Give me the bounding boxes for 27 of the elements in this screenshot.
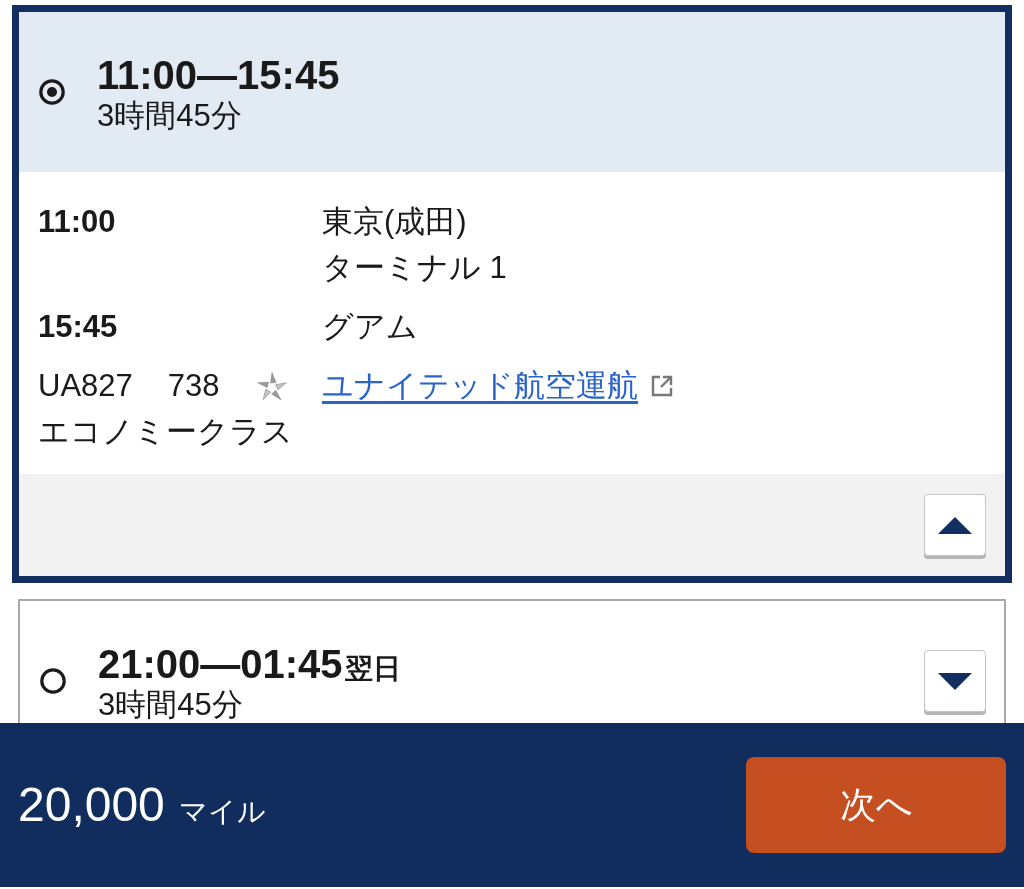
miles-amount: 20,000 (18, 777, 165, 833)
next-day-note: 翌日 (344, 652, 401, 685)
triangle-up-icon (938, 516, 972, 534)
terminal-label: ターミナル 1 (322, 249, 507, 287)
flight-duration: 3時間45分 (98, 687, 243, 721)
flight-time: 11:00 (38, 203, 117, 241)
aircraft-type: 738 (167, 367, 220, 405)
flight-option-card[interactable]: 21:00—01:45翌日 3時間45分 (18, 599, 1006, 723)
flight-time-range: 21:00—01:45 (98, 641, 343, 686)
next-button[interactable]: 次へ (746, 757, 1006, 853)
expand-button[interactable] (924, 650, 986, 712)
flight-number: UA827 (38, 367, 133, 405)
airport-name: 東京(成田) (322, 203, 467, 241)
operator-link[interactable]: ユナイテッド航空運航 (322, 363, 638, 409)
radio-button-icon[interactable] (40, 668, 66, 694)
flight-option-card[interactable]: 11:00—15:45 3時間45分 11:00 東京(成田) ターミナル 1 15:45 グアム UA827 738 エコノミークラス ユナイテッド航空運航 (12, 5, 1012, 583)
flight-time: 15:45 (38, 308, 119, 346)
collapse-button[interactable] (924, 494, 986, 556)
cabin-class: エコノミークラス (38, 413, 293, 451)
triangle-down-icon (938, 672, 972, 690)
airport-name: グアム (322, 308, 418, 346)
flight-time-range: 11:00—15:45 (97, 52, 340, 97)
miles-unit: マイル (178, 795, 266, 829)
external-link-icon (650, 374, 674, 398)
flight-duration: 3時間45分 (97, 98, 242, 132)
radio-button-icon[interactable] (39, 79, 65, 105)
star-icon (255, 370, 288, 402)
